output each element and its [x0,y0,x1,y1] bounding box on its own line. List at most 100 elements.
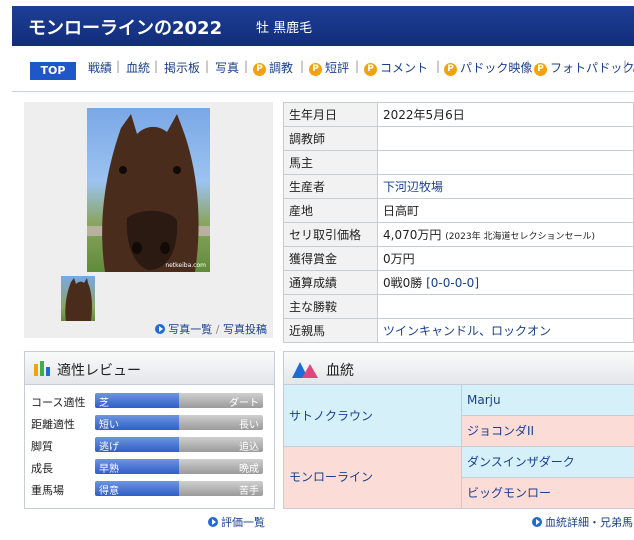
dam-dam-link[interactable]: ビッグモンロー [467,486,551,500]
photo-links: 写真一覧 / 写真投稿 [155,321,267,337]
aptitude-bar: 得意 苦手 [95,481,263,496]
row-value: 0万円 [377,246,634,271]
table-row: セリ取引価格 4,070万円 (2023年 北海道セレクションセール) [283,222,634,247]
nav-separator: | [436,59,441,73]
pedigree-icon [292,362,318,378]
row-value [377,294,634,319]
aptitude-right-label: ダート [229,398,259,408]
photo-watermark: netkeiba.com [165,262,206,269]
table-row: 獲得賞金 0万円 [283,246,634,271]
aptitude-left-label: 得意 [99,486,119,496]
arrow-circle-icon [208,517,218,527]
bar-chart-icon [34,361,50,376]
aptitude-right-label: 長い [239,420,259,430]
pedigree-title: 血統 [326,363,354,379]
career-record-link[interactable]: [0-0-0-0] [426,276,479,290]
nav-separator: | [116,59,121,73]
row-value: 4,070万円 (2023年 北海道セレクションセール) [377,222,634,247]
dam-sire-link[interactable]: ダンスインザダーク [467,455,575,469]
nav-tab-short-review-label: 短評 [325,61,350,75]
nav-tab-comment-label: コメント [380,61,429,75]
dam-sire-cell: ダンスインザダーク [462,447,634,478]
nav-bar: TOP 戦績 | 血統 | 掲示板 | 写真 | P 調教 | P 短評 | P コメ… [12,56,634,82]
photo-list-link[interactable]: 写真一覧 [168,323,212,336]
sire-dam-link[interactable]: ジョコンダII [467,424,534,438]
nav-divider [12,91,634,92]
table-row: 通算成績 0戦0勝 [0-0-0-0] [283,270,634,295]
photo-link-separator: / [215,323,220,336]
row-label: 馬主 [283,150,378,175]
aptitude-left-label: 芝 [99,398,109,408]
row-label: 生年月日 [283,102,378,127]
nav-separator: | [623,59,628,73]
row-label: 通算成績 [283,270,378,295]
sire-sire-link[interactable]: Marju [467,393,501,407]
aptitude-list-link[interactable]: 評価一覧 [221,516,265,529]
nav-tab-training[interactable]: P 調教 [253,59,293,76]
aptitude-label: 距離適性 [31,418,75,431]
row-label: 主な勝鞍 [283,294,378,319]
profile-table: 生年月日 2022年5月6日 調教師 馬主 生産者 下河辺牧場 産地 日高町 セリ取引… [283,102,634,343]
photo-thumbnail[interactable] [61,276,95,321]
thumbnail-image [65,278,92,321]
table-row: 産地 日高町 [283,198,634,223]
nav-tab-pedigree[interactable]: 血統 [126,59,150,76]
nav-tab-photo-paddock[interactable]: P フォトパドック [534,59,634,76]
pedigree-header: 血統 [284,352,634,385]
horse-photo[interactable]: netkeiba.com [87,108,210,272]
dam-cell: モンローライン [284,447,462,508]
nav-tab-short-review[interactable]: P 短評 [309,59,349,76]
row-value: ツインキャンドル、ロックオン [377,318,634,343]
premium-icon: P [364,63,377,76]
aptitude-right-label: 晩成 [239,464,259,474]
sire-link[interactable]: サトノクラウン [289,409,373,423]
aptitude-more: 評価一覧 [208,514,265,530]
aptitude-row: 成長 早熟 晩成 [31,459,269,475]
table-row: 生年月日 2022年5月6日 [283,102,634,127]
nav-tab-comment[interactable]: P コメント [364,59,428,76]
row-label: 生産者 [283,174,378,199]
premium-icon: P [444,63,457,76]
aptitude-left-label: 逃げ [99,442,119,452]
aptitude-row: 脚質 逃げ 追込 [31,437,269,453]
pedigree-detail-link[interactable]: 血統詳細・兄弟馬 [545,516,633,529]
premium-icon: P [309,63,322,76]
nav-tab-paddock-video-label: パドック映像 [460,61,533,75]
nav-tab-training-label: 調教 [269,61,294,75]
pedigree-panel: 血統 サトノクラウン Marju ジョコンダII モンローライン ダンスインザダ… [283,351,634,509]
nav-separator: | [300,59,305,73]
nav-tab-results[interactable]: 戦績 [88,59,112,76]
aptitude-header: 適性レビュー [25,352,274,385]
nav-tab-top[interactable]: TOP [30,62,76,80]
nav-separator: | [355,59,360,73]
row-value: 0戦0勝 [0-0-0-0] [377,270,634,295]
aptitude-right-label: 苦手 [239,486,259,496]
dam-link[interactable]: モンローライン [289,470,373,484]
arrow-circle-icon [155,324,166,334]
nav-separator: | [244,59,249,73]
row-label: 調教師 [283,126,378,151]
photo-post-link[interactable]: 写真投稿 [223,323,267,336]
relatives-link[interactable]: ツインキャンドル、ロックオン [383,324,551,338]
aptitude-row: コース適性 芝 ダート [31,393,269,409]
nav-tab-paddock-video[interactable]: P パドック映像 [444,59,532,76]
auction-price: 4,070万円 [383,228,442,242]
aptitude-label: 成長 [31,462,53,475]
row-label: 産地 [283,198,378,223]
aptitude-bar: 短い 長い [95,415,263,430]
row-label: 近親馬 [283,318,378,343]
aptitude-row: 重馬場 得意 苦手 [31,481,269,497]
nav-tab-bbs[interactable]: 掲示板 [164,59,200,76]
aptitude-left-label: 短い [99,420,119,430]
breeder-link[interactable]: 下河辺牧場 [383,180,443,194]
aptitude-label: コース適性 [31,396,86,409]
table-row: 近親馬 ツインキャンドル、ロックオン [283,318,634,343]
aptitude-bar: 逃げ 追込 [95,437,263,452]
table-row: 主な勝鞍 [283,294,634,319]
nav-separator: | [154,59,159,73]
sire-cell: サトノクラウン [284,385,462,447]
aptitude-bar: 芝 ダート [95,393,263,408]
table-row: 調教師 [283,126,634,151]
aptitude-bar: 早熟 晩成 [95,459,263,474]
nav-tab-photo[interactable]: 写真 [215,59,239,76]
